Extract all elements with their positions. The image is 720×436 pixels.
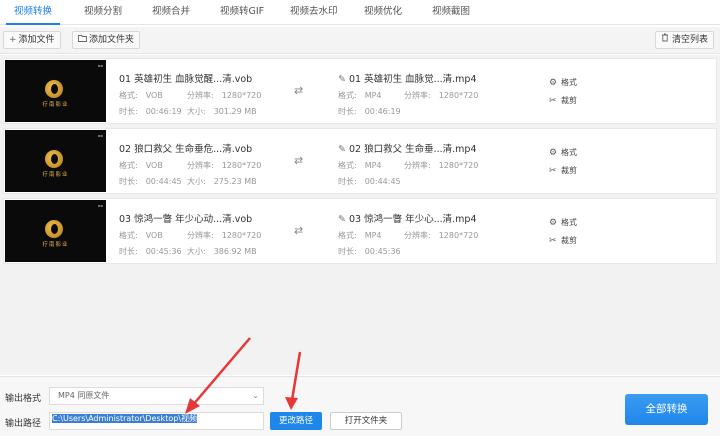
change-path-button[interactable]: 更改路径 — [270, 412, 322, 430]
video-thumbnail: ▪▪ 疗南影业 — [5, 130, 106, 192]
convert-all-button[interactable]: 全部转换 — [625, 394, 708, 425]
source-format: 格式: VOB — [119, 231, 163, 240]
file-list: ▪▪ 疗南影业 01 英雄初生 血脉觉醒...清.vob 格式: VOB 分辨率:… — [0, 55, 720, 375]
source-file-name: 02 狼口救父 生命垂危...清.vob — [119, 144, 253, 155]
thumbnail-logo-text: 疗南影业 — [42, 172, 69, 178]
folder-icon — [78, 32, 87, 48]
format-settings-button[interactable]: ⚙ 格式 — [549, 147, 577, 158]
add-folder-button[interactable]: 添加文件夹 — [72, 31, 141, 49]
output-file-name[interactable]: ✎ 02 狼口救父 生命垂...清.mp4 — [338, 141, 477, 155]
source-size: 大小: 386.92 MB — [187, 247, 257, 256]
source-format: 格式: VOB — [119, 161, 163, 170]
thumbnail-logo-text: 疗南影业 — [42, 102, 69, 108]
format-settings-button[interactable]: ⚙ 格式 — [549, 77, 577, 88]
source-resolution: 分辨率: 1280*720 — [187, 231, 262, 240]
source-format: 格式: VOB — [119, 91, 163, 100]
output-format: 格式: MP4 — [338, 231, 382, 240]
source-duration: 时长: 00:45:36 — [119, 247, 182, 256]
thumbnail-corner-mark: ▪▪ — [97, 133, 103, 138]
source-size: 大小: 275.23 MB — [187, 177, 257, 186]
plus-icon: + — [9, 35, 17, 45]
output-format: 格式: MP4 — [338, 91, 382, 100]
add-file-label: 添加文件 — [18, 35, 55, 45]
tab-video-split[interactable]: 视频分割 — [76, 0, 130, 25]
trash-icon — [661, 33, 672, 45]
edit-pencil-icon[interactable]: ✎ — [338, 144, 346, 155]
output-duration: 时长: 00:45:36 — [338, 247, 401, 256]
tab-video-to-gif[interactable]: 视频转GIF — [212, 0, 272, 25]
source-resolution: 分辨率: 1280*720 — [187, 91, 262, 100]
video-thumbnail: ▪▪ 疗南影业 — [5, 60, 106, 122]
output-format-value: MP4 同原文件 — [58, 391, 110, 400]
thumbnail-corner-mark: ▪▪ — [97, 203, 103, 208]
scissors-icon: ✂ — [549, 166, 557, 176]
tab-video-convert[interactable]: 视频转换 — [6, 0, 61, 25]
output-file-name[interactable]: ✎ 03 惊鸿一瞥 年少心...清.mp4 — [338, 211, 477, 225]
clear-list-button[interactable]: 清空列表 — [655, 31, 714, 49]
output-duration: 时长: 00:44:45 — [338, 177, 401, 186]
output-duration: 时长: 00:46:19 — [338, 107, 401, 116]
video-thumbnail: ▪▪ 疗南影业 — [5, 200, 106, 262]
chevron-down-icon: ⌄ — [252, 391, 259, 400]
scissors-icon: ✂ — [549, 236, 557, 246]
output-format-select[interactable]: MP4 同原文件 ⌄ — [49, 387, 264, 405]
tab-video-optimize[interactable]: 视频优化 — [356, 0, 410, 25]
output-format: 格式: MP4 — [338, 161, 382, 170]
clear-list-label: 清空列表 — [671, 35, 708, 45]
file-row[interactable]: ▪▪ 疗南影业 01 英雄初生 血脉觉醒...清.vob 格式: VOB 分辨率:… — [3, 58, 717, 124]
source-duration: 时长: 00:44:45 — [119, 177, 182, 186]
tab-video-screenshot[interactable]: 视频截图 — [424, 0, 478, 25]
source-resolution: 分辨率: 1280*720 — [187, 161, 262, 170]
studio-logo-icon — [45, 220, 63, 238]
source-duration: 时长: 00:46:19 — [119, 107, 182, 116]
shuffle-icon: ⇄ — [294, 154, 304, 167]
shuffle-icon: ⇄ — [294, 224, 304, 237]
gear-icon: ⚙ — [549, 78, 558, 88]
output-path-input[interactable]: C:\Users\Administrator\Desktop\视频 — [49, 412, 264, 430]
output-resolution: 分辨率: 1280*720 — [404, 91, 479, 100]
output-path-label: 输出路径 — [5, 419, 42, 429]
format-settings-button[interactable]: ⚙ 格式 — [549, 217, 577, 228]
output-resolution: 分辨率: 1280*720 — [404, 231, 479, 240]
thumbnail-corner-mark: ▪▪ — [97, 63, 103, 68]
add-file-button[interactable]: + 添加文件 — [3, 31, 61, 49]
edit-pencil-icon[interactable]: ✎ — [338, 74, 346, 85]
studio-logo-icon — [45, 80, 63, 98]
shuffle-icon: ⇄ — [294, 84, 304, 97]
open-folder-button[interactable]: 打开文件夹 — [330, 412, 402, 430]
file-row[interactable]: ▪▪ 疗南影业 03 惊鸿一瞥 年少心动...清.vob 格式: VOB 分辨率:… — [3, 198, 717, 264]
gear-icon: ⚙ — [549, 148, 558, 158]
output-resolution: 分辨率: 1280*720 — [404, 161, 479, 170]
output-format-label: 输出格式 — [5, 394, 42, 404]
gear-icon: ⚙ — [549, 218, 558, 228]
cut-button[interactable]: ✂ 裁剪 — [549, 95, 577, 106]
source-size: 大小: 301.29 MB — [187, 107, 257, 116]
cut-button[interactable]: ✂ 裁剪 — [549, 165, 577, 176]
edit-pencil-icon[interactable]: ✎ — [338, 214, 346, 225]
output-path-value: C:\Users\Administrator\Desktop\视频 — [52, 414, 197, 423]
toolbar: + 添加文件 添加文件夹 清空列表 — [0, 27, 720, 54]
cut-button[interactable]: ✂ 裁剪 — [549, 235, 577, 246]
source-file-name: 03 惊鸿一瞥 年少心动...清.vob — [119, 214, 253, 225]
add-folder-label: 添加文件夹 — [89, 35, 135, 45]
tab-bar: 视频转换 视频分割 视频合并 视频转GIF 视频去水印 视频优化 视频截图 — [0, 0, 720, 25]
tab-video-merge[interactable]: 视频合并 — [144, 0, 198, 25]
source-file-name: 01 英雄初生 血脉觉醒...清.vob — [119, 74, 253, 85]
tab-video-remove-watermark[interactable]: 视频去水印 — [282, 0, 346, 25]
thumbnail-logo-text: 疗南影业 — [42, 242, 69, 248]
output-settings-panel: 输出格式 MP4 同原文件 ⌄ 输出路径 C:\Users\Administra… — [0, 376, 720, 436]
file-row[interactable]: ▪▪ 疗南影业 02 狼口救父 生命垂危...清.vob 格式: VOB 分辨率:… — [3, 128, 717, 194]
studio-logo-icon — [45, 150, 63, 168]
output-file-name[interactable]: ✎ 01 英雄初生 血脉觉...清.mp4 — [338, 71, 477, 85]
scissors-icon: ✂ — [549, 96, 557, 106]
